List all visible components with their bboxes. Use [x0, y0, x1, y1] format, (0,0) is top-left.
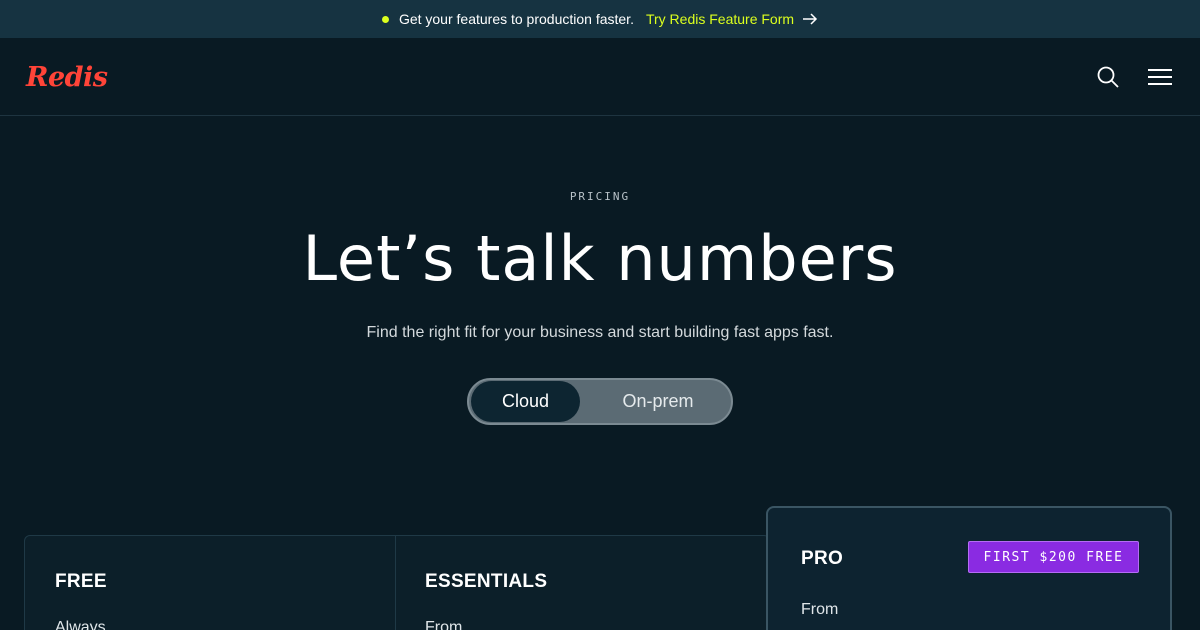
announcement-bar: Get your features to production faster. … — [0, 0, 1200, 38]
first-200-free-badge: FIRST $200 FREE — [968, 541, 1139, 573]
announcement-cta-label: Try Redis Feature Form — [645, 11, 795, 27]
pricing-cards-row: FREE Always ESSENTIALS From — [24, 535, 770, 630]
pricing-eyebrow: PRICING — [569, 190, 631, 203]
menu-icon[interactable] — [1147, 66, 1173, 88]
page-title: Let’s talk numbers — [302, 222, 898, 295]
card-divider — [395, 536, 396, 630]
site-header: Redis — [0, 38, 1200, 116]
search-icon[interactable] — [1096, 65, 1120, 89]
status-dot-icon — [381, 15, 389, 23]
toggle-option-cloud[interactable]: Cloud — [471, 381, 580, 422]
announcement-text: Get your features to production faster. — [398, 11, 634, 27]
plan-pro-title: PRO — [801, 548, 844, 569]
plan-pro-card: PRO FIRST $200 FREE From — [766, 506, 1172, 630]
plan-essentials-price-prefix: From — [425, 619, 463, 630]
plan-essentials-title: ESSENTIALS — [425, 571, 548, 592]
deployment-toggle: Cloud On-prem — [467, 378, 733, 425]
redis-logo[interactable]: Redis — [26, 62, 108, 93]
plan-free-title: FREE — [55, 571, 107, 592]
announcement-cta-link[interactable]: Try Redis Feature Form — [646, 11, 818, 27]
toggle-option-on-prem[interactable]: On-prem — [586, 381, 730, 422]
page-subtitle: Find the right fit for your business and… — [366, 324, 834, 341]
plan-free-price-prefix: Always — [55, 619, 106, 630]
plan-pro-price-prefix: From — [801, 601, 839, 618]
arrow-right-icon — [803, 13, 818, 25]
